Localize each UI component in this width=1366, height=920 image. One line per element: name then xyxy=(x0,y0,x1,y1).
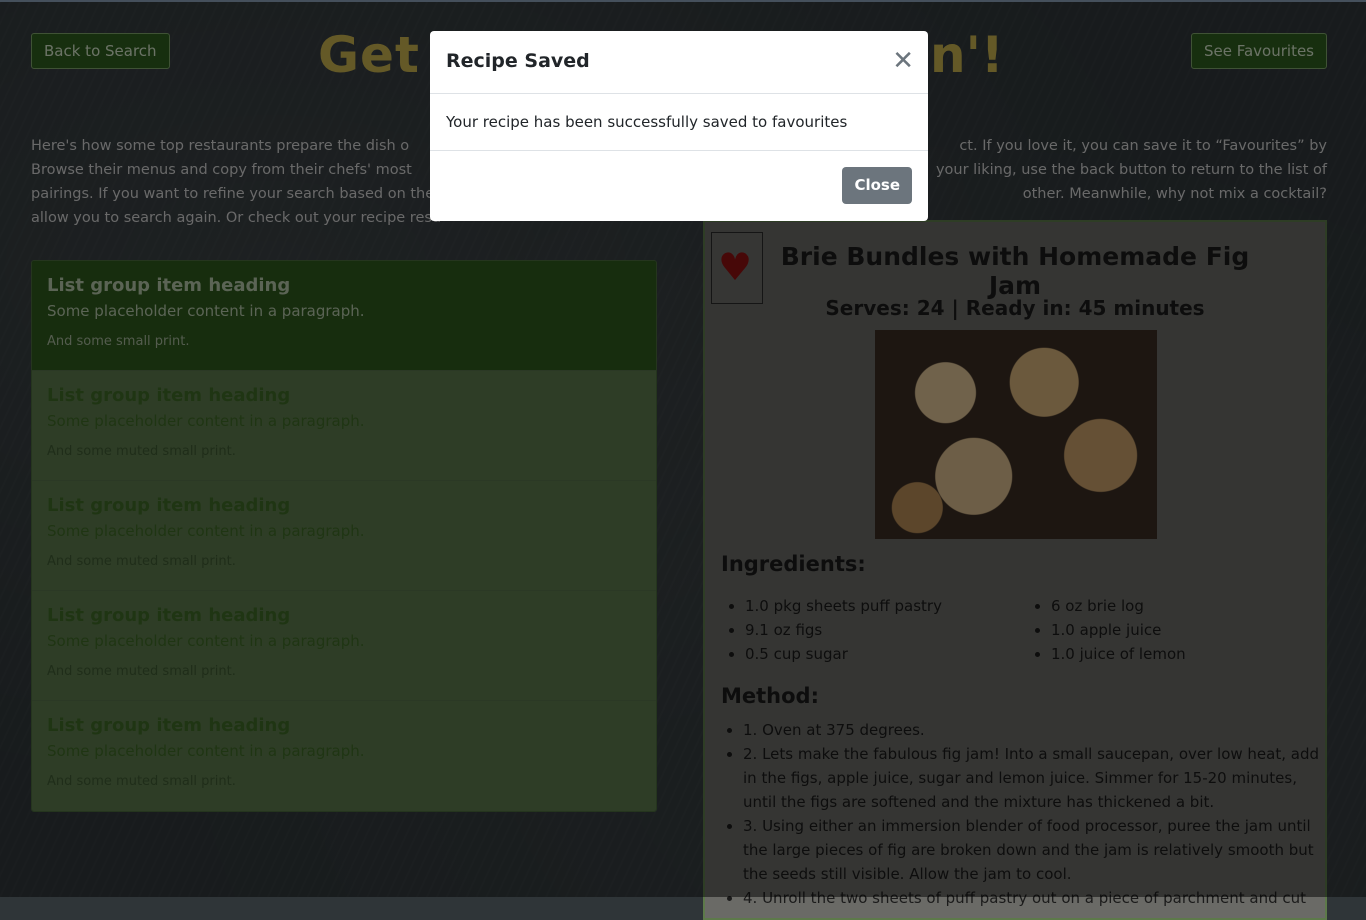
close-icon[interactable]: ✕ xyxy=(892,47,914,75)
modal-body: Your recipe has been successfully saved … xyxy=(430,94,928,151)
modal-title: Recipe Saved xyxy=(446,50,590,72)
modal-header: Recipe Saved ✕ xyxy=(430,31,928,94)
close-button[interactable]: Close xyxy=(842,167,912,204)
modal-message: Your recipe has been successfully saved … xyxy=(446,113,848,131)
recipe-saved-modal: Recipe Saved ✕ Your recipe has been succ… xyxy=(430,31,928,221)
modal-footer: Close xyxy=(430,151,928,222)
